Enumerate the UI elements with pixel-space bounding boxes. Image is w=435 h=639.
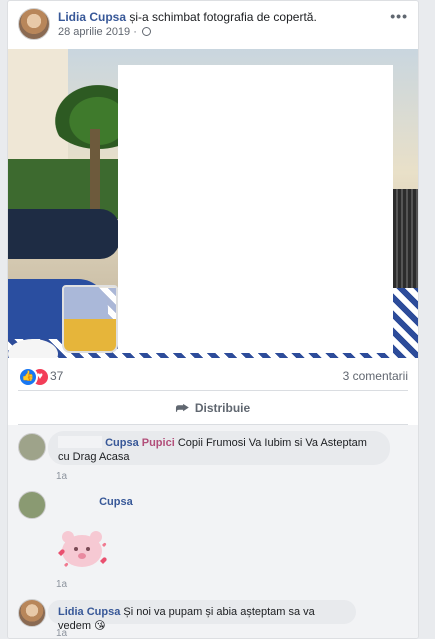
share-arrow-icon: ⮫ (175, 400, 189, 416)
post-card: Lidia Cupsa și-a schimbat fotografia de … (7, 0, 419, 639)
comments-section: Cupsa Pupici Copii Frumosi Va Iubim si V… (8, 425, 418, 638)
comment-time[interactable]: 1a (56, 579, 67, 590)
author-avatar[interactable] (18, 8, 50, 40)
redacted-name (58, 436, 102, 448)
comment-avatar[interactable] (18, 599, 46, 627)
stats-divider (18, 390, 408, 391)
post-title-line: Lidia Cupsa și-a schimbat fotografia de … (58, 10, 317, 24)
comment-author[interactable]: Lidia Cupsa (58, 606, 120, 618)
photo-palm-trunk (90, 129, 100, 219)
comment-bubble: Cupsa Pupici Copii Frumosi Va Iubim si V… (48, 431, 390, 465)
comment-author[interactable]: Cupsa (105, 437, 139, 449)
pink-bear-hearts-sticker[interactable] (52, 523, 112, 573)
comment-bubble: Lidia Cupsa Și noi va pupam și abia aște… (48, 600, 356, 632)
action-bar: ⮫ Distribuie (18, 392, 408, 424)
reaction-stats: 👍 ♥ 37 3 comentarii (18, 365, 408, 387)
cover-photo[interactable] (8, 49, 418, 358)
photo-glass (62, 285, 118, 353)
comment-author[interactable]: Cupsa (99, 496, 133, 508)
share-label: Distribuie (194, 401, 251, 415)
more-horizontal-icon[interactable]: ••• (390, 8, 408, 24)
post-meta: 28 aprilie 2019 · (58, 26, 151, 38)
comment-avatar[interactable] (18, 433, 46, 461)
comment-name-bubble: Cupsa (48, 493, 158, 515)
like-reaction-icon[interactable]: 👍 (18, 367, 38, 387)
photo-sleeve (8, 209, 120, 259)
comment-author-second[interactable]: Pupici (142, 437, 175, 449)
reaction-count[interactable]: 37 (50, 369, 63, 383)
comments-count[interactable]: 3 comentarii (343, 369, 408, 383)
post-date[interactable]: 28 aprilie 2019 (58, 26, 130, 38)
kiss-emoji: 😘 (94, 620, 106, 632)
share-button[interactable]: ⮫ Distribuie (18, 392, 408, 424)
comment-time[interactable]: 1a (56, 471, 67, 482)
comment-time[interactable]: 1a (56, 628, 67, 638)
meta-separator: · (133, 26, 137, 38)
post-header: Lidia Cupsa și-a schimbat fotografia de … (18, 8, 408, 44)
comment-avatar[interactable] (18, 491, 46, 519)
redacted-name (56, 493, 96, 505)
photo-redaction (118, 65, 393, 353)
globe-icon[interactable] (141, 27, 151, 36)
post-action-text: și-a schimbat fotografia de copertă. (129, 10, 317, 24)
author-name[interactable]: Lidia Cupsa (58, 10, 126, 24)
